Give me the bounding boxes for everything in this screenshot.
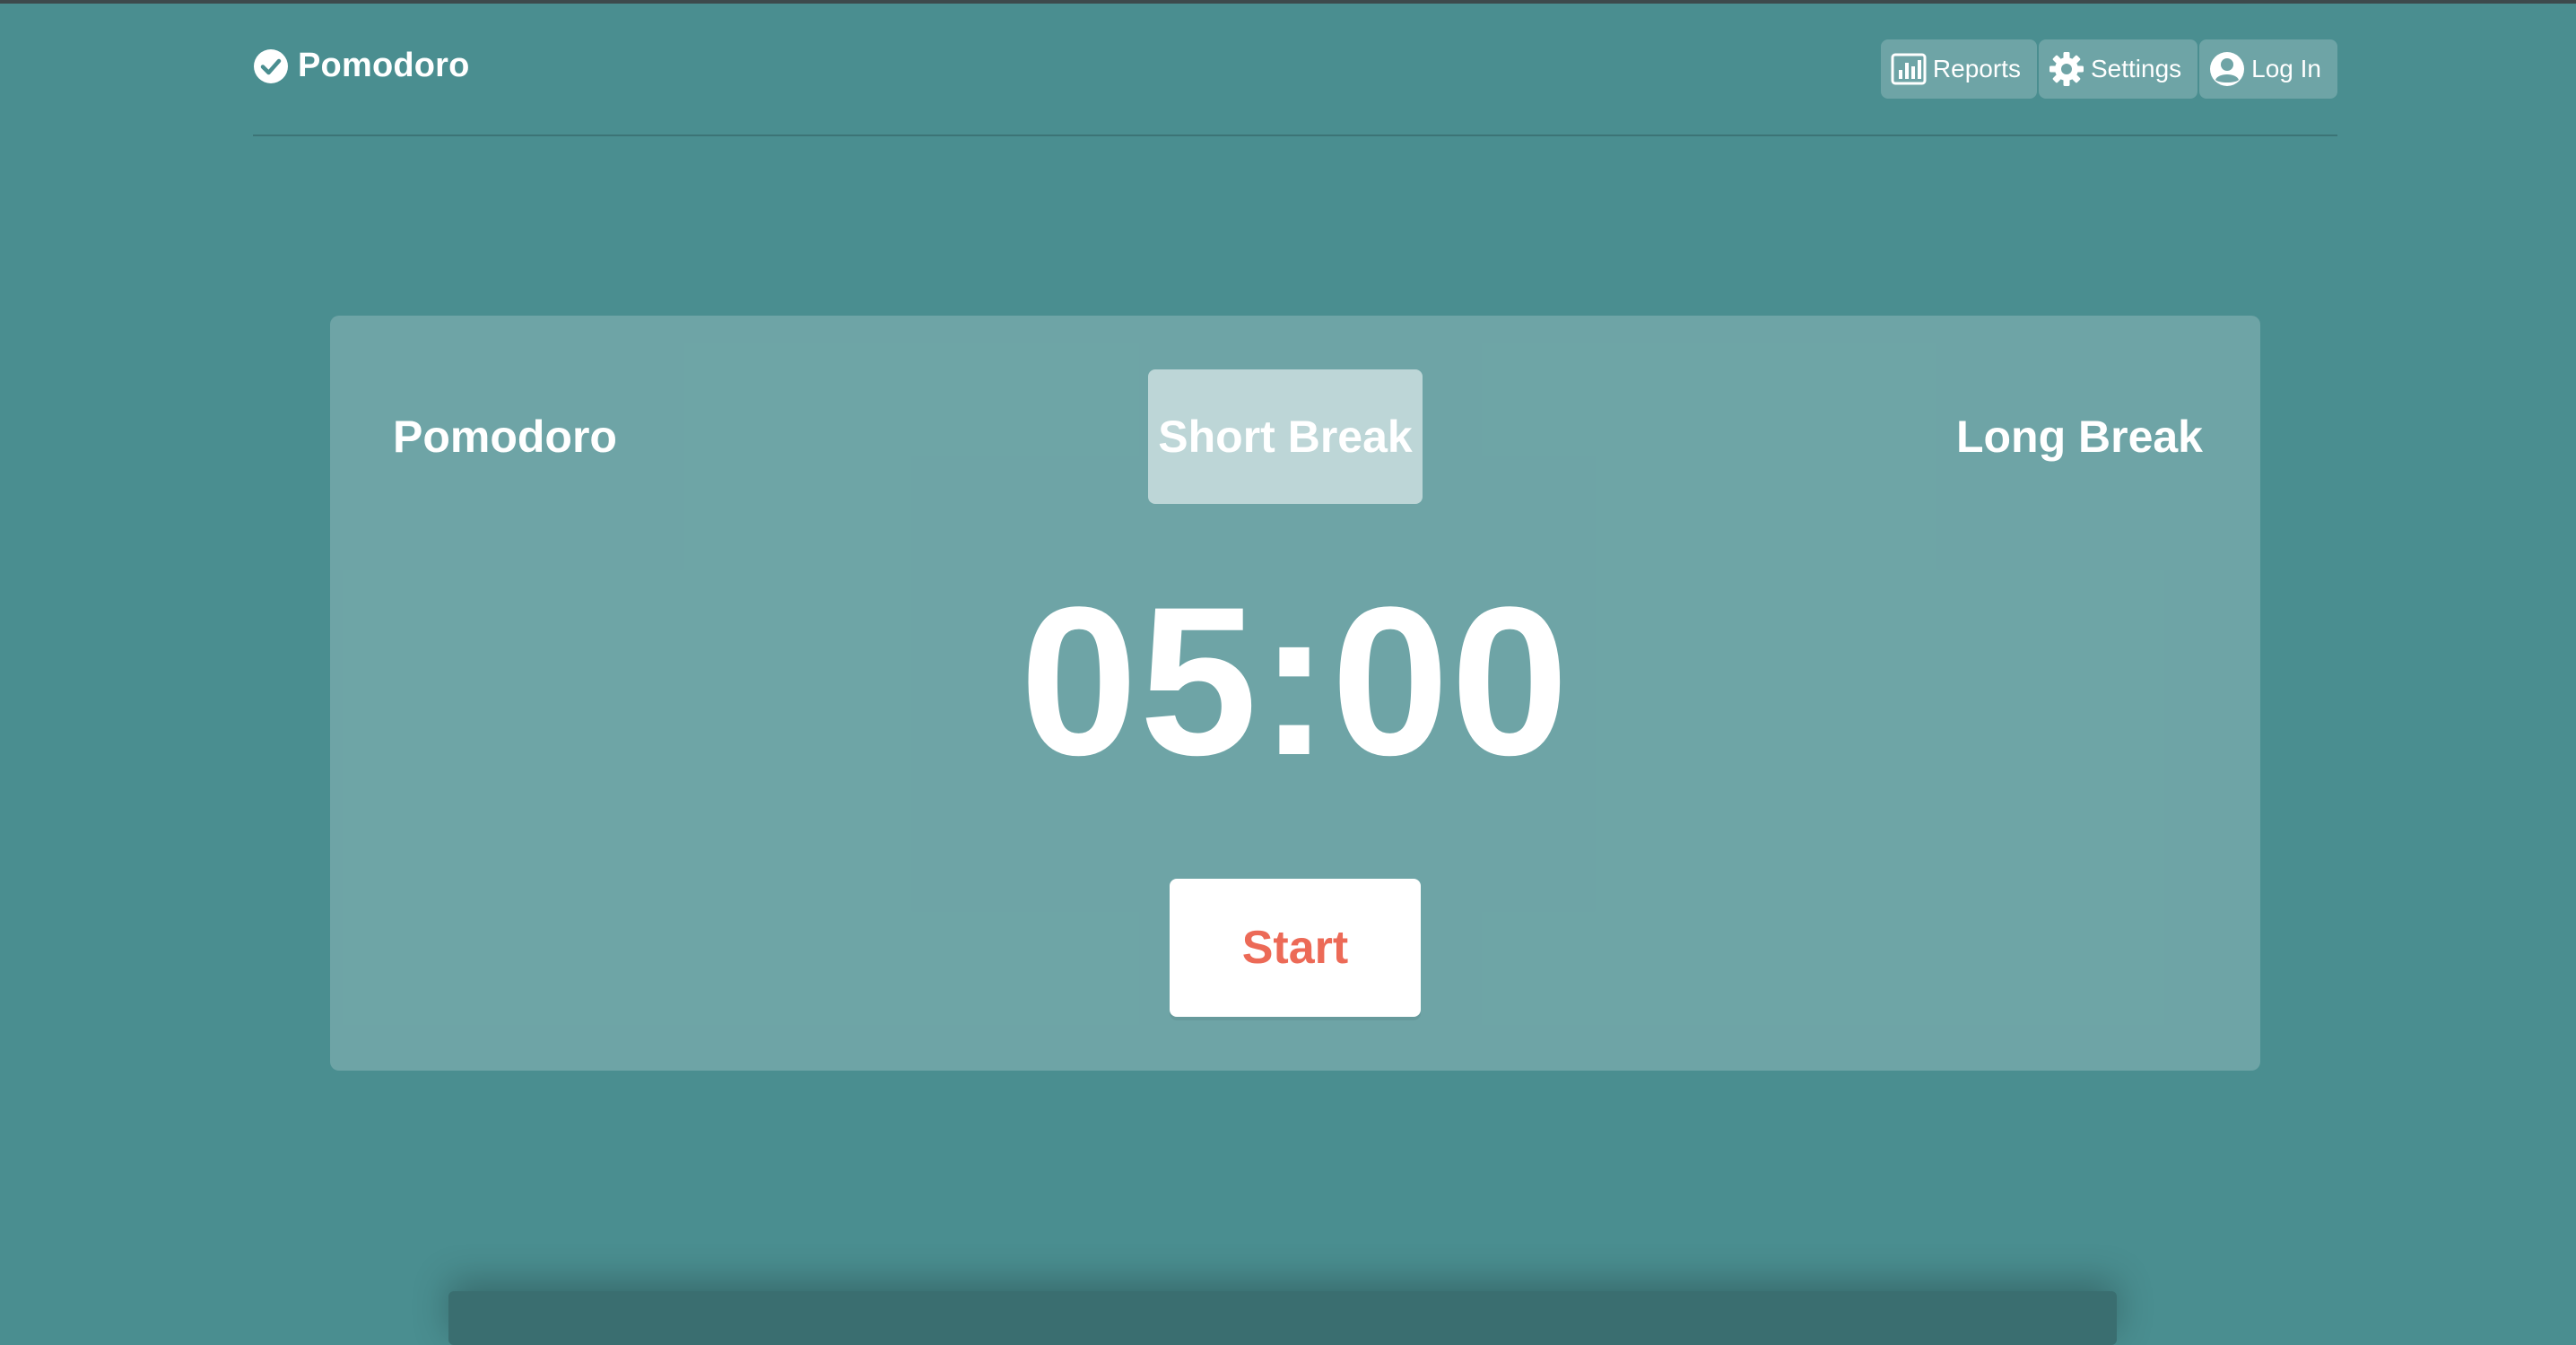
window-top-edge <box>0 0 2576 4</box>
tab-long-break[interactable]: Long Break <box>1952 369 2203 504</box>
settings-button[interactable]: Settings <box>2038 39 2198 99</box>
user-circle-icon <box>2208 50 2246 88</box>
bar-chart-icon <box>1890 50 1928 88</box>
gear-icon <box>2048 50 2085 88</box>
start-button[interactable]: Start <box>1170 879 1421 1017</box>
brand-title: Pomodoro <box>298 47 470 84</box>
app-header: Pomodoro Reports Settings Log In <box>253 39 2337 99</box>
timer-card: Pomodoro Short Break Long Break 05:00 St… <box>330 316 2260 1071</box>
settings-label: Settings <box>2090 55 2182 82</box>
tab-pomodoro[interactable]: Pomodoro <box>393 369 617 504</box>
login-label: Log In <box>2251 55 2321 82</box>
reports-label: Reports <box>1932 55 2021 82</box>
brand[interactable]: Pomodoro <box>253 47 470 85</box>
tab-short-break[interactable]: Short Break <box>1148 369 1423 504</box>
header-divider <box>253 134 2337 136</box>
reports-button[interactable]: Reports <box>1880 39 2037 99</box>
timer-display: 05:00 <box>1020 563 1571 800</box>
top-nav: Reports Settings Log In <box>1880 39 2337 99</box>
login-button[interactable]: Log In <box>2199 39 2337 99</box>
check-circle-icon <box>253 48 289 84</box>
bottom-panel-edge <box>448 1291 2117 1345</box>
